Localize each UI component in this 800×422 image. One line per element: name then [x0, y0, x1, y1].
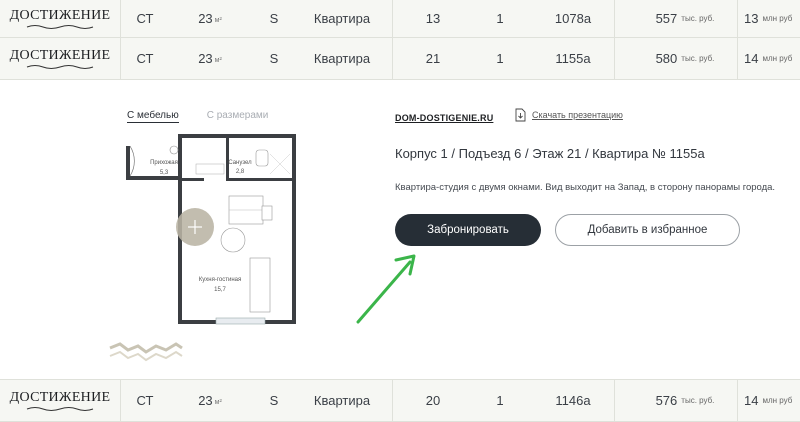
building-position-icon	[109, 342, 183, 362]
floor-cell: 21	[425, 51, 441, 66]
price-value: 14	[744, 393, 759, 408]
logo-ornament-icon	[26, 64, 94, 69]
add-to-favorites-button[interactable]: Добавить в избранное	[555, 214, 740, 246]
logo: ДОСТИЖЕНИЕ	[8, 0, 112, 37]
logo-ornament-icon	[26, 24, 94, 29]
logo-ornament-icon	[26, 406, 94, 411]
price-value: 13	[744, 11, 759, 26]
area-value: 23	[198, 11, 213, 26]
table-row[interactable]: ДОСТИЖЕНИЕ СТ 23 м² S Квартира 20 1 1146а…	[0, 379, 800, 422]
price-unit: млн руб	[762, 54, 793, 63]
hallway-label: Прихожая	[150, 160, 178, 166]
logo-text: ДОСТИЖЕНИЕ	[9, 389, 111, 405]
entrance-cell: 1	[496, 51, 504, 66]
area-cell: 23 м²	[190, 0, 230, 37]
price-per-meter-value: 580	[655, 51, 678, 66]
hallway-area: 5,3	[160, 170, 169, 176]
apartment-title: Корпус 1 / Подъезд 6 / Этаж 21 / Квартир…	[395, 146, 705, 161]
entrance-cell: 1	[496, 11, 504, 26]
price-per-meter-cell: 580 тыс. руб.	[640, 38, 730, 79]
plan-view-tabs: С мебелью С размерами	[127, 110, 268, 123]
zoom-plan-button[interactable]	[176, 208, 214, 246]
document-download-icon	[515, 108, 526, 122]
tab-with-dimensions[interactable]: С размерами	[207, 110, 269, 123]
book-button[interactable]: Забронировать	[395, 214, 541, 246]
download-presentation-link[interactable]: Скачать презентацию	[515, 108, 623, 122]
area-unit: м²	[214, 56, 222, 64]
area-value: 23	[198, 393, 213, 408]
area-cell: 23 м²	[190, 38, 230, 79]
living-room-label: Кухня-гостиная	[199, 277, 241, 283]
table-row[interactable]: ДОСТИЖЕНИЕ СТ 23 м² S Квартира 13 1 1078а…	[0, 0, 800, 38]
site-link[interactable]: DOM-DOSTIGENIE.RU	[395, 113, 493, 123]
price-unit: млн руб	[762, 396, 793, 405]
kind-cell: Квартира	[313, 11, 371, 26]
bathroom-label: Санузел	[228, 160, 252, 166]
area-value: 23	[198, 51, 213, 66]
price-per-meter-value: 576	[655, 393, 678, 408]
orientation-cell: S	[269, 393, 279, 408]
download-presentation-label: Скачать презентацию	[532, 110, 623, 120]
apartment-description: Квартира-студия с двумя окнами. Вид выхо…	[395, 182, 776, 193]
area-unit: м²	[214, 16, 222, 24]
kind-cell: Квартира	[313, 393, 371, 408]
logo-text: ДОСТИЖЕНИЕ	[9, 47, 111, 63]
price-cell: 14 млн руб	[744, 380, 800, 421]
area-cell: 23 м²	[190, 380, 230, 421]
floor-cell: 13	[425, 11, 441, 26]
type-cell: СТ	[136, 393, 154, 408]
orientation-cell: S	[269, 11, 279, 26]
living-room-area: 15,7	[214, 287, 226, 293]
plus-icon	[188, 220, 202, 234]
price-unit: млн руб	[762, 14, 793, 23]
price-per-meter-unit: тыс. руб.	[681, 396, 715, 405]
price-value: 14	[744, 51, 759, 66]
type-cell: СТ	[136, 11, 154, 26]
type-cell: СТ	[136, 51, 154, 66]
apartment-number-cell: 1146а	[555, 393, 591, 408]
floor-cell: 20	[425, 393, 441, 408]
logo: ДОСТИЖЕНИЕ	[8, 38, 112, 79]
price-per-meter-unit: тыс. руб.	[681, 14, 715, 23]
apartment-number-cell: 1078а	[554, 11, 592, 26]
entrance-cell: 1	[496, 393, 504, 408]
bathroom-area: 2,8	[236, 169, 245, 175]
price-per-meter-value: 557	[655, 11, 678, 26]
green-arrow-icon	[356, 254, 416, 324]
price-cell: 13 млн руб	[744, 0, 800, 37]
area-unit: м²	[214, 398, 222, 406]
logo: ДОСТИЖЕНИЕ	[8, 380, 112, 421]
price-per-meter-unit: тыс. руб.	[681, 54, 715, 63]
tab-with-furniture[interactable]: С мебелью	[127, 110, 179, 123]
price-per-meter-cell: 576 тыс. руб.	[640, 380, 730, 421]
price-cell: 14 млн руб	[744, 38, 800, 79]
table-row[interactable]: ДОСТИЖЕНИЕ СТ 23 м² S Квартира 21 1 1155а…	[0, 38, 800, 80]
logo-text: ДОСТИЖЕНИЕ	[9, 7, 111, 23]
price-per-meter-cell: 557 тыс. руб.	[640, 0, 730, 37]
apartment-number-cell: 1155а	[555, 51, 591, 66]
orientation-cell: S	[269, 51, 279, 66]
kind-cell: Квартира	[313, 51, 371, 66]
